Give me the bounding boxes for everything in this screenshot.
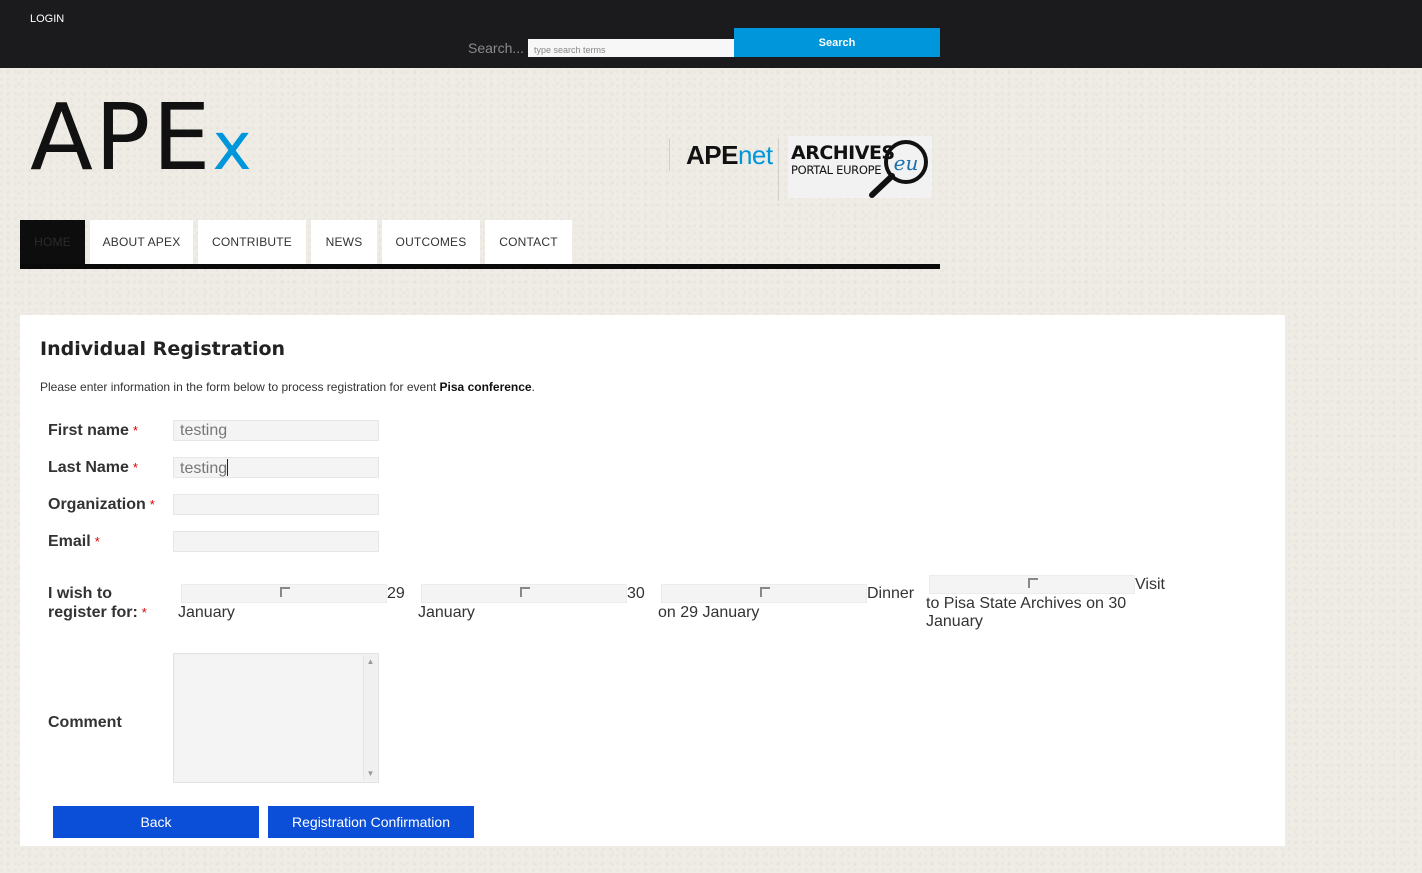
option-dinner-tail: Dinner bbox=[867, 585, 915, 602]
apenet-logo[interactable]: APEnet bbox=[686, 140, 773, 171]
email-field[interactable] bbox=[173, 531, 379, 552]
required-mark: * bbox=[94, 534, 100, 549]
option-visit-rest: to Pisa State Archives on 30 bbox=[926, 595, 1127, 612]
option-visit-tail: Visit bbox=[1135, 576, 1165, 593]
scroll-up-icon[interactable]: ▲ bbox=[364, 655, 377, 669]
checkbox-icon bbox=[1028, 578, 1038, 588]
intro-suffix: . bbox=[531, 380, 535, 394]
required-mark: * bbox=[132, 423, 138, 438]
apex-logo[interactable]: APEx bbox=[30, 88, 254, 188]
checkbox-icon bbox=[280, 587, 290, 597]
page-title: Individual Registration bbox=[40, 338, 286, 360]
apenet-logo-accent: net bbox=[737, 140, 773, 170]
nav-item-about-apex[interactable]: ABOUT APEX bbox=[90, 220, 193, 264]
option-dinner-rest: on 29 January bbox=[658, 604, 760, 621]
archives-portal-europe-logo[interactable]: ARCHIVES PORTAL EUROPE eu bbox=[788, 136, 932, 198]
partner-divider bbox=[778, 139, 779, 201]
register-option-29-january-checkbox[interactable] bbox=[181, 584, 387, 603]
required-mark: * bbox=[132, 460, 138, 475]
registration-panel: Individual Registration Please enter inf… bbox=[20, 315, 1285, 846]
event-name: Pisa conference bbox=[439, 380, 532, 394]
last-name-value: testing bbox=[180, 460, 228, 477]
last-name-field[interactable]: testing bbox=[173, 457, 379, 478]
register-for-label-line2: register for: bbox=[48, 604, 138, 621]
required-mark: * bbox=[141, 605, 147, 620]
checkbox-icon bbox=[760, 587, 770, 597]
login-link[interactable]: LOGIN bbox=[30, 13, 64, 25]
search-button[interactable]: Search bbox=[734, 28, 940, 57]
organization-label-text: Organization bbox=[48, 496, 146, 513]
registration-confirmation-button[interactable]: Registration Confirmation bbox=[268, 806, 474, 838]
apex-logo-accent: x bbox=[212, 108, 254, 185]
last-name-label: Last Name * bbox=[48, 458, 138, 477]
nav-item-contribute[interactable]: CONTRIBUTE bbox=[198, 220, 306, 264]
back-button[interactable]: Back bbox=[53, 806, 259, 838]
eu-badge-text: eu bbox=[894, 151, 919, 175]
top-bar: LOGIN Search... type search terms Search bbox=[0, 0, 1422, 68]
nav-item-news[interactable]: NEWS bbox=[311, 220, 377, 264]
register-option-30-january-checkbox[interactable] bbox=[421, 584, 627, 603]
option-30-january-rest: January bbox=[418, 604, 475, 621]
nav-item-home[interactable]: HOME bbox=[20, 220, 85, 264]
email-label-text: Email bbox=[48, 533, 91, 550]
comment-label: Comment bbox=[48, 714, 122, 731]
comment-textarea[interactable]: ▲ ▼ bbox=[173, 653, 379, 783]
register-option-dinner-checkbox[interactable] bbox=[661, 584, 867, 603]
option-visit-rest2: January bbox=[926, 613, 983, 630]
last-name-label-text: Last Name bbox=[48, 459, 129, 476]
option-29-january-tail: 29 bbox=[387, 585, 405, 602]
text-caret bbox=[227, 459, 229, 476]
magnifier-icon: eu bbox=[869, 140, 928, 198]
search-label: Search... bbox=[468, 40, 525, 56]
register-for-label: I wish to register for: * bbox=[48, 584, 147, 622]
nav-underline bbox=[20, 264, 940, 269]
organization-label: Organization * bbox=[48, 495, 155, 514]
first-name-label: First name * bbox=[48, 421, 138, 440]
organization-field[interactable] bbox=[173, 494, 379, 515]
apex-logo-text: APE bbox=[30, 84, 213, 191]
register-for-label-line1: I wish to bbox=[48, 585, 112, 602]
apenet-logo-text: APE bbox=[686, 140, 738, 170]
first-name-label-text: First name bbox=[48, 422, 129, 439]
nav-item-contact[interactable]: CONTACT bbox=[485, 220, 572, 264]
email-label: Email * bbox=[48, 532, 100, 551]
intro-prefix: Please enter information in the form bel… bbox=[40, 380, 440, 394]
search-input[interactable]: type search terms bbox=[528, 39, 734, 57]
register-option-visit-archives-checkbox[interactable] bbox=[929, 575, 1135, 594]
comment-scrollbar[interactable]: ▲ ▼ bbox=[363, 655, 377, 781]
checkbox-icon bbox=[520, 587, 530, 597]
required-mark: * bbox=[149, 497, 155, 512]
option-30-january-tail: 30 bbox=[627, 585, 645, 602]
scroll-down-icon[interactable]: ▼ bbox=[364, 767, 377, 781]
option-29-january-rest: January bbox=[178, 604, 235, 621]
nav-item-outcomes[interactable]: OUTCOMES bbox=[382, 220, 480, 264]
first-name-field[interactable]: testing bbox=[173, 420, 379, 441]
partner-divider bbox=[669, 139, 670, 171]
intro-text: Please enter information in the form bel… bbox=[40, 380, 535, 394]
